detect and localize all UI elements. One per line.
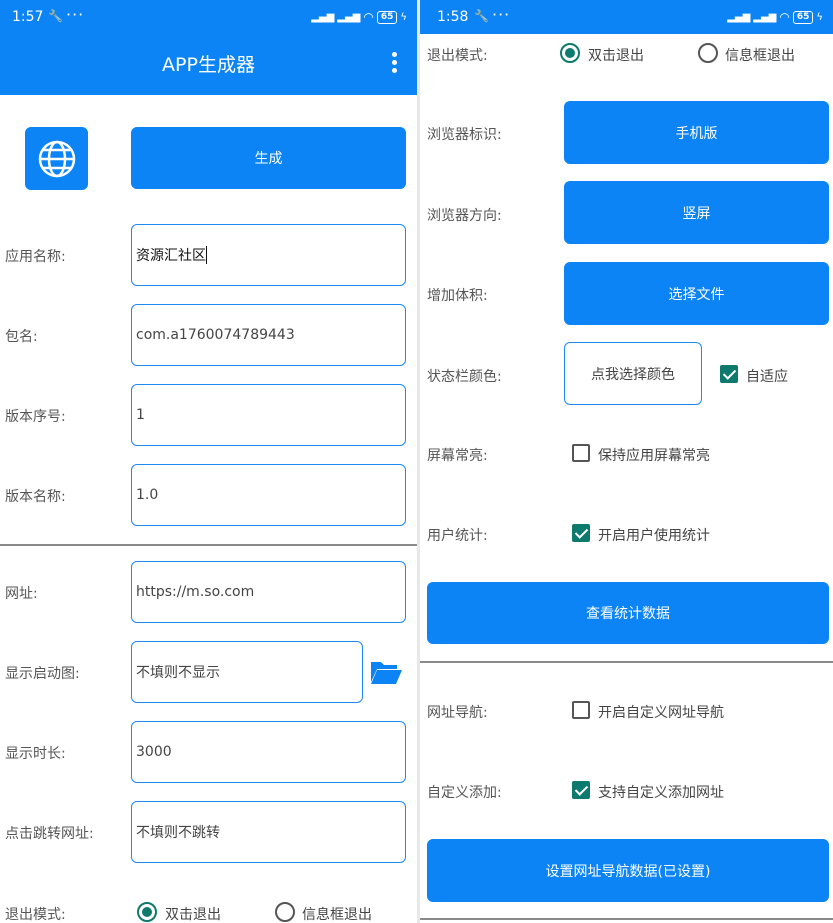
signal-icon: ▂▄▆ <box>311 11 335 23</box>
exit-mode-label: 退出模式: <box>427 48 488 64</box>
browser-orient-label: 浏览器方向: <box>427 208 502 224</box>
browser-id-button[interactable]: 手机版 <box>564 101 829 164</box>
url-nav-option: 开启自定义网址导航 <box>598 705 724 721</box>
text-cursor <box>206 246 207 264</box>
signal-icon: ▂▄▆ <box>727 11 751 23</box>
user-stats-option: 开启用户使用统计 <box>598 528 710 544</box>
charging-icon: ϟ <box>400 11 407 23</box>
user-stats-checkbox[interactable] <box>572 524 590 542</box>
adaptive-label: 自适应 <box>746 369 788 385</box>
section-divider <box>420 918 833 920</box>
status-bar: 1:58 🔧 ··· ▂▄▆ ▂▄▆ ◠ 65 ϟ <box>420 0 833 34</box>
wifi-icon: ◠ <box>363 10 374 24</box>
more-dots-icon: ··· <box>492 5 511 24</box>
right-screen: 1:58 🔧 ··· ▂▄▆ ▂▄▆ ◠ 65 ϟ 退出模式: 双击退出 信息框… <box>420 0 833 923</box>
version-code-label: 版本序号: <box>5 409 66 425</box>
browser-id-label: 浏览器标识: <box>427 127 502 143</box>
set-nav-data-button[interactable]: 设置网址导航数据(已设置) <box>427 839 829 902</box>
section-divider <box>0 544 417 546</box>
url-input[interactable]: https://m.so.com <box>131 561 406 623</box>
screen-on-checkbox[interactable] <box>572 444 590 462</box>
splash-label: 显示启动图: <box>5 666 80 682</box>
exit-dialog-label: 信息框退出 <box>725 48 795 64</box>
page-title: APP生成器 <box>162 54 255 76</box>
exit-double-label: 双击退出 <box>588 48 644 64</box>
battery-icon: 65 <box>792 10 814 24</box>
app-name-value: 资源汇社区 <box>136 248 206 264</box>
app-name-input[interactable]: 资源汇社区 <box>131 224 406 286</box>
duration-label: 显示时长: <box>5 746 66 762</box>
status-icons: ▂▄▆ ▂▄▆ ◠ 65 ϟ <box>311 10 407 24</box>
signal-icon: ▂▄▆ <box>337 11 361 23</box>
exit-double-radio[interactable] <box>137 902 157 922</box>
custom-add-checkbox[interactable] <box>572 781 590 799</box>
url-nav-label: 网址导航: <box>427 705 488 721</box>
section-divider <box>420 661 833 663</box>
exit-dialog-radio[interactable] <box>698 43 718 63</box>
globe-icon <box>38 140 75 177</box>
duration-input[interactable]: 3000 <box>131 721 406 783</box>
click-url-input[interactable]: 不填则不跳转 <box>131 801 406 863</box>
folder-open-icon[interactable] <box>369 658 403 686</box>
app-icon[interactable] <box>25 127 88 190</box>
user-stats-label: 用户统计: <box>427 528 488 544</box>
splash-input[interactable]: 不填则不显示 <box>131 641 363 703</box>
wrench-icon: 🔧 <box>48 9 63 23</box>
status-bar: 1:57 🔧 ··· ▂▄▆ ▂▄▆ ◠ 65 ϟ <box>0 0 417 34</box>
statusbar-color-label: 状态栏颜色: <box>427 369 502 385</box>
choose-file-button[interactable]: 选择文件 <box>564 262 829 325</box>
battery-icon: 65 <box>376 10 398 24</box>
version-name-label: 版本名称: <box>5 489 66 505</box>
exit-double-label: 双击退出 <box>165 907 221 923</box>
add-size-label: 增加体积: <box>427 288 488 304</box>
adaptive-checkbox[interactable] <box>720 365 738 383</box>
charging-icon: ϟ <box>816 11 823 23</box>
status-time: 1:58 <box>437 9 469 25</box>
package-label: 包名: <box>5 329 38 345</box>
wifi-icon: ◠ <box>779 10 790 24</box>
signal-icon: ▂▄▆ <box>753 11 777 23</box>
wrench-icon: 🔧 <box>474 9 489 23</box>
generate-button[interactable]: 生成 <box>131 127 406 189</box>
package-input[interactable]: com.a1760074789443 <box>131 304 406 366</box>
custom-add-option: 支持自定义添加网址 <box>598 785 724 801</box>
exit-dialog-label: 信息框退出 <box>302 907 372 923</box>
url-nav-checkbox[interactable] <box>572 701 590 719</box>
more-dots-icon: ··· <box>66 5 85 24</box>
status-time: 1:57 <box>12 9 44 25</box>
exit-mode-label: 退出模式: <box>5 907 66 923</box>
exit-dialog-radio[interactable] <box>275 902 295 922</box>
pick-color-button[interactable]: 点我选择颜色 <box>564 342 702 405</box>
view-stats-button[interactable]: 查看统计数据 <box>427 582 829 644</box>
status-icons: ▂▄▆ ▂▄▆ ◠ 65 ϟ <box>727 10 823 24</box>
custom-add-label: 自定义添加: <box>427 785 502 801</box>
exit-double-radio[interactable] <box>560 43 580 63</box>
overflow-menu-icon[interactable] <box>392 52 398 73</box>
left-screen: 1:57 🔧 ··· ▂▄▆ ▂▄▆ ◠ 65 ϟ APP生成器 生成 应用名称… <box>0 0 417 923</box>
version-code-input[interactable]: 1 <box>131 384 406 446</box>
screen-on-label: 屏幕常亮: <box>427 448 488 464</box>
app-name-label: 应用名称: <box>5 249 66 265</box>
screen-on-option: 保持应用屏幕常亮 <box>598 448 710 464</box>
browser-orient-button[interactable]: 竖屏 <box>564 181 829 244</box>
url-label: 网址: <box>5 586 38 602</box>
click-url-label: 点击跳转网址: <box>5 826 94 842</box>
version-name-input[interactable]: 1.0 <box>131 464 406 526</box>
